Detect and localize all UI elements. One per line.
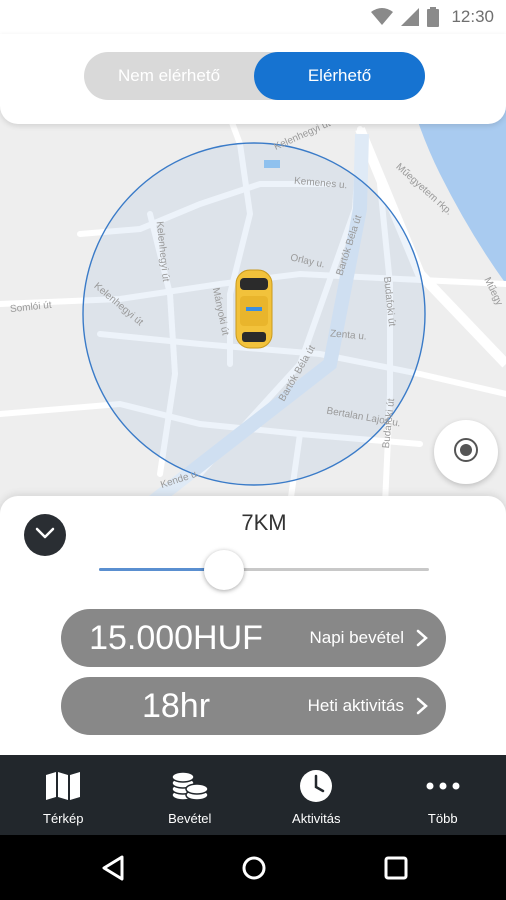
weekly-activity-value: 18hr — [141, 687, 211, 725]
locate-me-button[interactable] — [434, 420, 498, 484]
radius-slider[interactable] — [99, 548, 429, 592]
availability-panel: Nem elérhető Elérhető — [0, 34, 506, 124]
daily-income-button[interactable]: 15.000HUF Napi bevétel — [61, 609, 446, 667]
availability-toggle[interactable]: Nem elérhető Elérhető — [84, 52, 425, 100]
status-time: 12:30 — [451, 7, 494, 26]
target-icon — [453, 437, 479, 468]
bottom-navigation: Térkép Bevétel Aktivitás Több — [0, 755, 506, 835]
slider-thumb[interactable] — [204, 550, 245, 590]
chevron-right-icon — [416, 629, 428, 652]
nav-more[interactable]: Több — [380, 755, 506, 835]
chevron-right-icon — [416, 697, 428, 720]
taxi-car-icon — [235, 269, 273, 349]
nav-activity[interactable]: Aktivitás — [253, 755, 380, 835]
nav-income-label: Bevétel — [168, 811, 212, 826]
nav-activity-label: Aktivitás — [292, 811, 341, 826]
nav-income[interactable]: Bevétel — [127, 755, 254, 835]
toggle-available[interactable]: Elérhető — [254, 52, 425, 100]
home-icon[interactable] — [239, 853, 269, 883]
daily-income-label: Napi bevétel — [309, 628, 404, 647]
battery-icon — [427, 7, 440, 27]
radius-value: 7KM — [241, 510, 287, 535]
nav-map-label: Térkép — [43, 811, 84, 826]
status-bar: 12:30 — [0, 0, 506, 34]
toggle-unavailable[interactable]: Nem elérhető — [84, 52, 254, 100]
bottom-sheet: 7KM 15.000HUF Napi bevétel 18hr Heti akt… — [0, 496, 506, 756]
signal-icon — [401, 8, 420, 26]
wifi-icon — [371, 8, 394, 26]
map-icon — [45, 769, 81, 803]
weekly-activity-button[interactable]: 18hr Heti aktivitás — [61, 677, 446, 735]
recents-icon[interactable] — [381, 853, 411, 883]
system-navigation — [0, 835, 506, 900]
nav-map[interactable]: Térkép — [0, 755, 127, 835]
clock-icon — [299, 769, 333, 803]
nav-more-label: Több — [427, 811, 458, 826]
back-icon[interactable] — [98, 853, 128, 883]
coins-icon — [171, 769, 209, 803]
weekly-activity-label: Heti aktivitás — [307, 696, 404, 715]
daily-income-value: 15.000HUF — [89, 619, 263, 657]
more-icon — [425, 769, 461, 803]
